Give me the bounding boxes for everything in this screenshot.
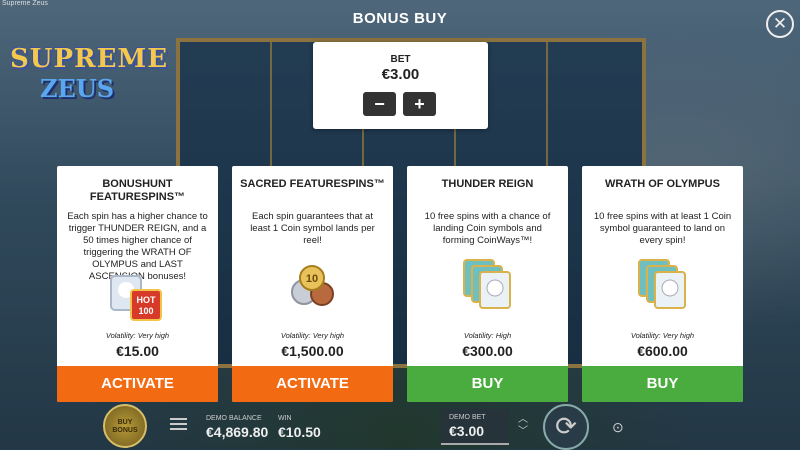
card-volatility: Volatility: Very high [105,331,170,340]
card-price: €600.00 [637,343,688,359]
bonus-card-wrath-of-olympus: WRATH OF OLYMPUS 10 free spins with at l… [582,166,743,402]
bet-decrease-button[interactable]: − [363,92,396,116]
bet-value: €3.00 [381,66,420,83]
zeus-cards-icon [638,259,686,309]
card-volatility: Volatility: Very high [630,331,695,340]
activate-button[interactable]: ACTIVATE [57,366,218,402]
bonus-card-bonushunt: BONUSHUNT FEATURESPINS™ Each spin has a … [57,166,218,402]
menu-icon[interactable] [170,418,187,433]
demo-balance-value: €4,869.80 [206,424,269,440]
card-description: 10 free spins with a chance of landing C… [424,211,551,246]
modal-title: BONUS BUY [352,10,448,27]
demo-bet-label: DEMO BET [449,414,486,421]
card-title: WRATH OF OLYMPUS [605,178,720,190]
logo-line2: ZEUS [40,74,115,103]
spin-icon[interactable]: ⟳ [543,404,589,450]
buy-button[interactable]: BUY [407,366,568,402]
buy-bonus-button[interactable]: BUY BONUS [103,404,147,448]
svg-text:HOT: HOT [137,295,157,305]
demo-balance-label: DEMO BALANCE [206,415,262,422]
svg-text:10: 10 [306,273,318,285]
bet-panel: BET €3.00 − + [313,42,488,129]
card-price: €300.00 [462,343,513,359]
card-description: Each spin guarantees that at least 1 Coi… [250,211,375,246]
buy-button[interactable]: BUY [582,366,743,402]
demo-bet-value: €3.00 [449,423,485,439]
svg-text:100: 100 [138,306,153,316]
bet-increase-button[interactable]: + [403,92,436,116]
zeus-hot-coin-icon: HOT 100 [110,275,162,321]
coins-icon: 10 [291,265,334,306]
bet-label: BET [390,54,411,65]
card-description: 10 free spins with at least 1 Coin symbo… [593,211,732,246]
bet-arrows-icon[interactable]: ︿ ﹀ [518,414,528,438]
zeus-cards-icon [463,259,511,309]
game-logo: SUPREME ZEUS [10,40,167,103]
logo-line1: SUPREME [10,44,169,74]
card-price: €15.00 [116,343,159,359]
close-icon[interactable]: ✕ [766,10,794,38]
activate-button[interactable]: ACTIVATE [232,366,393,402]
bonus-card-sacred: SACRED FEATURESPINS™ Each spin guarantee… [232,166,393,402]
bonus-card-thunder-reign: THUNDER REIGN 10 free spins with a chanc… [407,166,568,402]
card-description: Each spin has a higher chance to trigger… [67,211,208,282]
autoplay-icon[interactable]: ⊙ [612,419,624,436]
card-title: SACRED FEATURESPINS™ [240,178,385,190]
win-label: WIN [278,415,292,422]
card-volatility: Volatility: High [463,331,512,340]
card-volatility: Volatility: Very high [280,331,345,340]
card-price: €1,500.00 [281,343,344,359]
card-title: BONUSHUNT FEATURESPINS™ [89,178,186,203]
window-title: Supreme Zeus [2,0,48,7]
demo-bet-display[interactable]: DEMO BET €3.00 [441,409,509,445]
win-value: €10.50 [278,424,321,440]
card-title: THUNDER REIGN [441,178,534,190]
